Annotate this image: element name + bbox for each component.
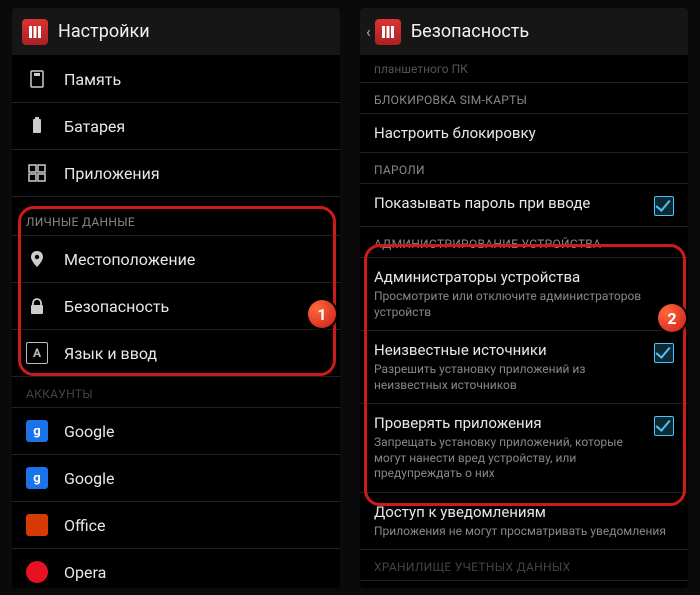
google-label-2: Google <box>64 469 326 488</box>
memory-icon <box>26 68 48 90</box>
device-administrators-sub: Просмотрите или отключите администраторо… <box>374 289 666 320</box>
memory-label: Память <box>64 70 326 89</box>
notification-access-sub: Приложения не могут просматривать уведом… <box>374 524 666 540</box>
apps-label: Приложения <box>64 164 326 183</box>
opera-label: Opera <box>64 563 326 582</box>
settings-screen: Настройки Память Батарея Приложения ЛИЧН… <box>12 8 340 588</box>
google-icon: g <box>26 467 48 489</box>
security-screen: ‹ Безопасность планшетного ПК БЛОКИРОВКА… <box>360 8 688 588</box>
google-icon: g <box>26 420 48 442</box>
language-row[interactable]: A Язык и ввод <box>12 330 340 377</box>
google-label-1: Google <box>64 422 326 441</box>
device-administrators-row[interactable]: Администраторы устройства Просмотрите ил… <box>360 258 688 331</box>
verify-apps-checkbox[interactable] <box>654 416 674 436</box>
show-password-row[interactable]: Показывать пароль при вводе <box>360 184 688 227</box>
settings-app-icon <box>375 19 401 45</box>
battery-icon <box>26 115 48 137</box>
location-row[interactable]: Местоположение <box>12 236 340 283</box>
settings-list: Память Батарея Приложения ЛИЧНЫЕ ДАННЫЕ … <box>12 56 340 588</box>
configure-lock-label: Настроить блокировку <box>374 124 666 143</box>
titlebar-settings: Настройки <box>12 8 340 56</box>
unknown-sources-sub: Разрешить установку приложений из неизве… <box>374 362 646 393</box>
security-row[interactable]: Безопасность <box>12 283 340 330</box>
verify-apps-title: Проверять приложения <box>374 414 646 433</box>
titlebar-security: ‹ Безопасность <box>360 8 688 56</box>
location-icon <box>26 248 48 270</box>
back-icon[interactable]: ‹ <box>366 22 371 41</box>
battery-row[interactable]: Батарея <box>12 103 340 150</box>
office-label: Office <box>64 516 326 535</box>
passwords-header: ПАРОЛИ <box>360 153 688 184</box>
storage-type-row[interactable]: Тип хранилища Только программное <box>360 581 688 588</box>
office-icon <box>26 514 48 536</box>
language-label: Язык и ввод <box>64 344 326 363</box>
page-title: Безопасность <box>411 21 529 42</box>
memory-row[interactable]: Память <box>12 56 340 103</box>
page-title: Настройки <box>58 21 150 42</box>
show-password-checkbox[interactable] <box>654 196 674 216</box>
unknown-sources-title: Неизвестные источники <box>374 341 646 360</box>
verify-apps-sub: Запрещать установку приложений, которые … <box>374 435 646 482</box>
apps-row[interactable]: Приложения <box>12 150 340 197</box>
verify-apps-row[interactable]: Проверять приложения Запрещать установку… <box>360 404 688 493</box>
location-label: Местоположение <box>64 250 326 269</box>
sim-lock-header: БЛОКИРОВКА SIM-КАРТЫ <box>360 83 688 114</box>
office-account-row[interactable]: Office <box>12 502 340 549</box>
battery-label: Батарея <box>64 117 326 136</box>
personal-data-header: ЛИЧНЫЕ ДАННЫЕ <box>12 197 340 236</box>
notification-access-title: Доступ к уведомлениям <box>374 503 666 522</box>
opera-account-row[interactable]: Opera <box>12 549 340 588</box>
device-administrators-title: Администраторы устройства <box>374 268 666 287</box>
credential-storage-header: ХРАНИЛИЩЕ УЧЕТНЫХ ДАННЫХ <box>360 550 688 581</box>
language-icon: A <box>26 342 48 364</box>
google-account-row-2[interactable]: g Google <box>12 455 340 502</box>
lock-icon <box>26 295 48 317</box>
show-password-label: Показывать пароль при вводе <box>374 194 646 213</box>
opera-icon <box>26 561 48 583</box>
apps-icon <box>26 162 48 184</box>
unknown-sources-row[interactable]: Неизвестные источники Разрешить установк… <box>360 331 688 404</box>
device-admin-header: АДМИНИСТРИРОВАНИЕ УСТРОЙСТВА <box>360 227 688 258</box>
google-account-row-1[interactable]: g Google <box>12 408 340 455</box>
configure-lock-row[interactable]: Настроить блокировку <box>360 114 688 154</box>
security-label: Безопасность <box>64 297 326 316</box>
tablet-subtitle-truncated: планшетного ПК <box>360 56 688 83</box>
settings-app-icon <box>22 19 48 45</box>
unknown-sources-checkbox[interactable] <box>654 343 674 363</box>
notification-access-row[interactable]: Доступ к уведомлениям Приложения не могу… <box>360 493 688 550</box>
accounts-header: АККАУНТЫ <box>12 377 340 408</box>
